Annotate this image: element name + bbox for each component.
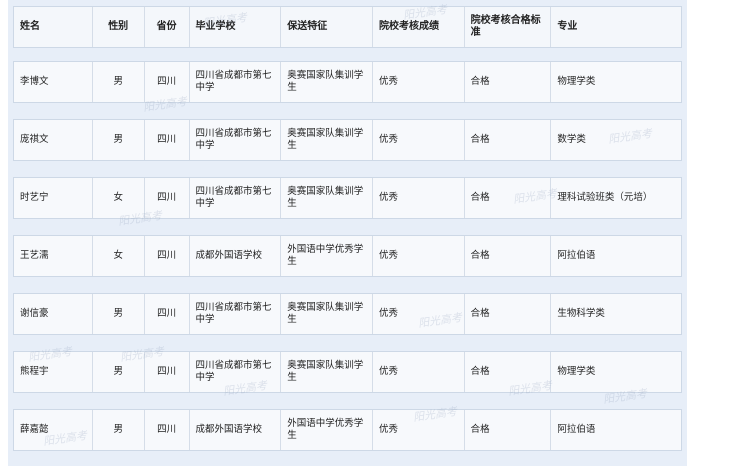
cell-feature: 奥赛国家队集训学生	[281, 120, 373, 160]
cell-standard: 合格	[465, 352, 552, 392]
cell-feature: 奥赛国家队集训学生	[281, 352, 373, 392]
header-province: 省份	[145, 7, 190, 47]
cell-name: 熊程宇	[14, 352, 93, 392]
cell-score: 优秀	[373, 294, 465, 334]
cell-standard: 合格	[465, 62, 552, 102]
header-gender: 性别	[93, 7, 145, 47]
header-feature: 保送特征	[281, 7, 373, 47]
cell-gender: 男	[93, 294, 145, 334]
cell-name: 时艺宁	[14, 178, 93, 218]
header-school: 毕业学校	[190, 7, 282, 47]
cell-school: 四川省成都市第七中学	[190, 352, 282, 392]
cell-gender: 男	[93, 62, 145, 102]
cell-gender: 女	[93, 178, 145, 218]
header-standard: 院校考核合格标准	[465, 7, 552, 47]
cell-province: 四川	[145, 294, 190, 334]
cell-feature: 外国语中学优秀学生	[281, 410, 373, 450]
cell-major: 数学类	[557, 134, 586, 145]
cell-school: 成都外国语学校	[190, 410, 282, 450]
cell-province: 四川	[145, 178, 190, 218]
cell-name: 李博文	[14, 62, 93, 102]
cell-feature: 奥赛国家队集训学生	[281, 294, 373, 334]
table-header: 姓名 性别 省份 毕业学校 保送特征 院校考核成绩 院校考核合格标准 专业	[13, 6, 682, 48]
cell-name: 谢信豪	[14, 294, 93, 334]
cell-score: 优秀	[373, 410, 465, 450]
cell-school: 四川省成都市第七中学	[190, 120, 282, 160]
cell-standard: 合格	[465, 120, 552, 160]
cell-feature: 外国语中学优秀学生	[281, 236, 373, 276]
cell-gender: 男	[93, 120, 145, 160]
cell-province: 四川	[145, 236, 190, 276]
admission-table: 姓名 性别 省份 毕业学校 保送特征 院校考核成绩 院校考核合格标准 专业 李博…	[8, 0, 687, 466]
cell-school: 四川省成都市第七中学	[190, 178, 282, 218]
header-major: 专业	[557, 21, 578, 32]
cell-feature: 奥赛国家队集训学生	[281, 62, 373, 102]
table-row: 时艺宁 女 四川 四川省成都市第七中学 奥赛国家队集训学生 优秀 合格 理科试验…	[13, 177, 682, 219]
cell-school: 四川省成都市第七中学	[190, 294, 282, 334]
cell-major: 理科试验班类（元培）	[557, 192, 653, 203]
cell-gender: 女	[93, 236, 145, 276]
cell-score: 优秀	[373, 120, 465, 160]
cell-gender: 男	[93, 352, 145, 392]
cell-standard: 合格	[465, 236, 552, 276]
cell-school: 成都外国语学校	[190, 236, 282, 276]
table-row: 薛嘉懿 男 四川 成都外国语学校 外国语中学优秀学生 优秀 合格 阿拉伯语	[13, 409, 682, 451]
table-row: 熊程宇 男 四川 四川省成都市第七中学 奥赛国家队集训学生 优秀 合格 物理学类	[13, 351, 682, 393]
cell-province: 四川	[145, 62, 190, 102]
cell-standard: 合格	[465, 410, 552, 450]
cell-score: 优秀	[373, 62, 465, 102]
cell-name: 王艺濡	[14, 236, 93, 276]
cell-score: 优秀	[373, 352, 465, 392]
header-name: 姓名	[14, 7, 93, 47]
cell-score: 优秀	[373, 178, 465, 218]
cell-name: 庞祺文	[14, 120, 93, 160]
cell-gender: 男	[93, 410, 145, 450]
cell-major: 生物科学类	[557, 308, 605, 319]
cell-province: 四川	[145, 352, 190, 392]
cell-standard: 合格	[465, 294, 552, 334]
cell-province: 四川	[145, 120, 190, 160]
table-row: 庞祺文 男 四川 四川省成都市第七中学 奥赛国家队集训学生 优秀 合格 数学类	[13, 119, 682, 161]
cell-school: 四川省成都市第七中学	[190, 62, 282, 102]
cell-major: 阿拉伯语	[557, 424, 596, 435]
cell-feature: 奥赛国家队集训学生	[281, 178, 373, 218]
cell-province: 四川	[145, 410, 190, 450]
table-row: 谢信豪 男 四川 四川省成都市第七中学 奥赛国家队集训学生 优秀 合格 生物科学…	[13, 293, 682, 335]
cell-major: 物理学类	[557, 76, 596, 87]
header-score: 院校考核成绩	[373, 7, 465, 47]
cell-score: 优秀	[373, 236, 465, 276]
cell-standard: 合格	[465, 178, 552, 218]
cell-major: 阿拉伯语	[557, 250, 596, 261]
table-row: 李博文 男 四川 四川省成都市第七中学 奥赛国家队集训学生 优秀 合格 物理学类	[13, 61, 682, 103]
table-row: 王艺濡 女 四川 成都外国语学校 外国语中学优秀学生 优秀 合格 阿拉伯语	[13, 235, 682, 277]
cell-major: 物理学类	[557, 366, 596, 377]
cell-name: 薛嘉懿	[14, 410, 93, 450]
